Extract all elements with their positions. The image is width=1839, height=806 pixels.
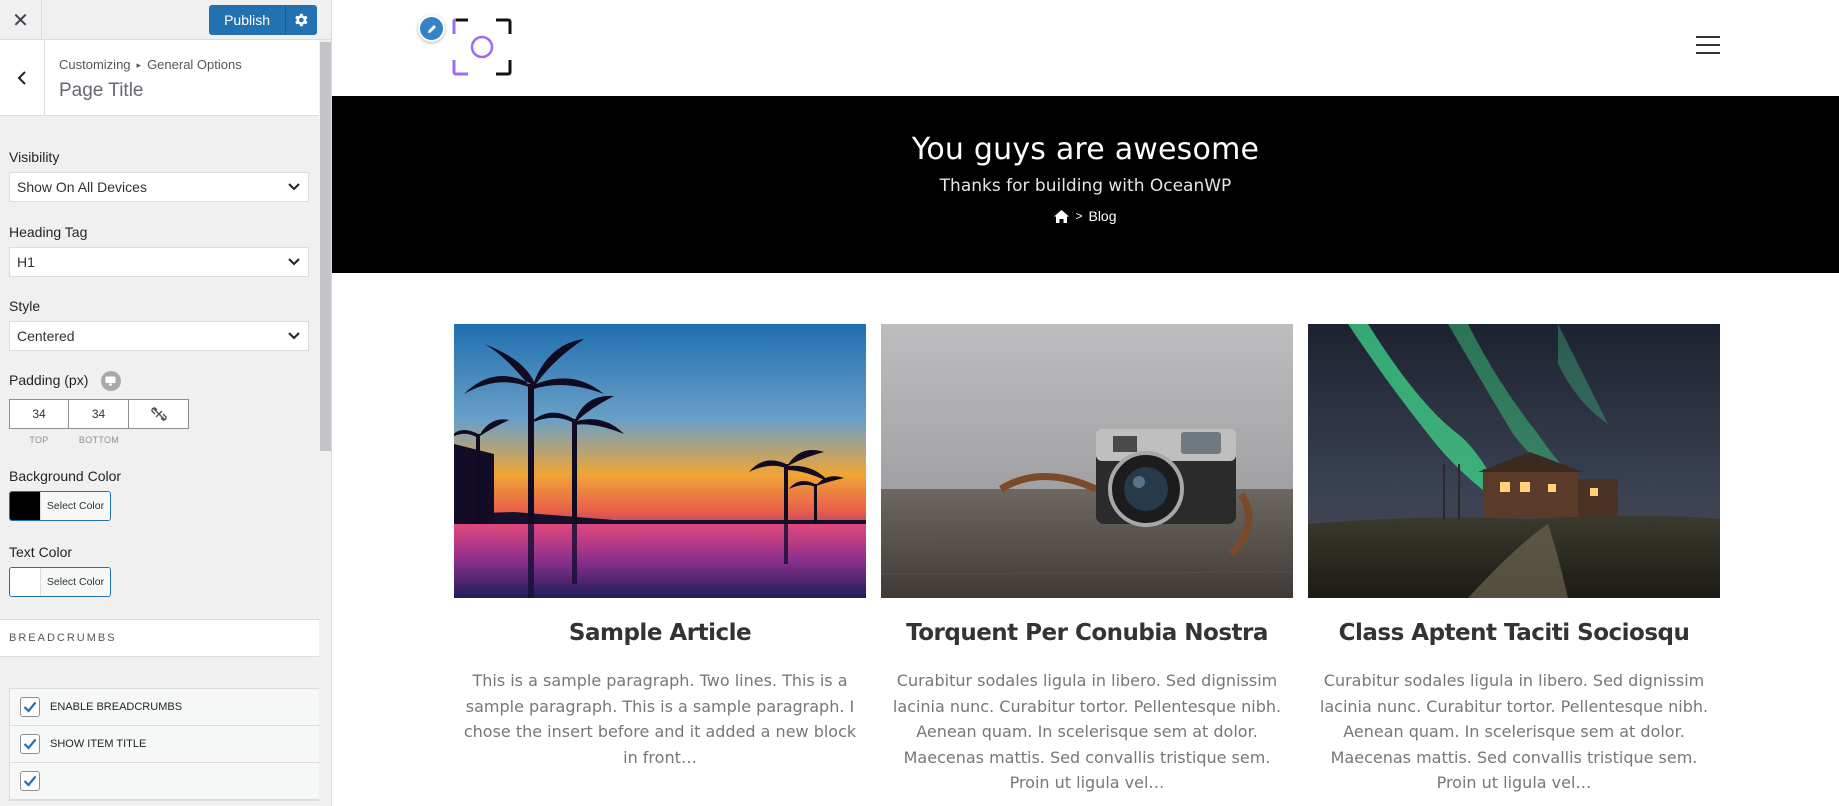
controls-panel: Visibility Show On All Devices Heading T… [0,149,331,597]
breadcrumb-separator: > [1075,209,1083,223]
padding-control: Padding (px) 34 34 TOP BOTTOM [9,371,321,445]
heading-tag-value: H1 [17,254,35,270]
checkmark-icon [23,701,37,713]
chevron-down-icon [288,332,300,340]
blog-post-card: Torquent Per Conubia Nostra Curabitur so… [881,324,1293,796]
section-header: Customizing ▸ General Options Page Title [0,40,331,116]
show-item-title-checkbox[interactable]: SHOW ITEM TITLE [10,726,320,763]
breadcrumb: > Blog [332,208,1839,224]
breadcrumbs-options: ENABLE BREADCRUMBS SHOW ITEM TITLE [9,688,321,801]
style-value: Centered [17,328,75,344]
background-color-swatch [10,492,41,520]
checkbox-box [20,734,40,754]
heading-tag-label: Heading Tag [9,224,88,240]
background-color-control: Background Color Select Color [9,468,321,521]
style-label: Style [9,298,41,314]
blog-post-grid: Sample Article This is a sample paragrap… [454,324,1720,796]
close-customizer-button[interactable]: ✕ [0,0,42,40]
padding-link-toggle[interactable] [129,399,189,429]
site-preview: You guys are awesome Thanks for building… [332,0,1839,806]
background-color-label: Background Color [9,468,122,484]
section-title: Page Title [59,80,144,101]
blog-post-card: Class Aptent Taciti Sociosqu Curabitur s… [1308,324,1720,796]
padding-bottom-caption: BOTTOM [78,435,120,445]
close-icon: ✕ [12,9,29,32]
enable-breadcrumbs-checkbox[interactable]: ENABLE BREADCRUMBS [10,689,320,726]
enable-breadcrumbs-label: ENABLE BREADCRUMBS [50,701,183,713]
background-color-button[interactable]: Select Color [9,491,111,521]
padding-bottom-input[interactable]: 34 [69,399,129,429]
padding-top-caption: TOP [29,435,49,445]
partial-checkbox-row[interactable] [10,763,320,800]
breadcrumb-current: Blog [1088,208,1117,224]
post-title[interactable]: Class Aptent Taciti Sociosqu [1308,620,1720,646]
breadcrumb-root: Customizing [59,57,131,72]
scrollbar-thumb[interactable] [320,42,331,451]
device-toggle-button[interactable] [100,371,121,391]
menu-icon[interactable] [1696,35,1720,55]
customizer-topbar: ✕ Publish [0,0,331,40]
site-logo[interactable] [452,18,512,76]
page-title-hero: You guys are awesome Thanks for building… [332,96,1839,273]
section-breadcrumb: Customizing ▸ General Options [59,57,242,72]
style-select[interactable]: Centered [9,321,309,351]
text-color-control: Text Color Select Color [9,544,321,597]
breadcrumb-parent: General Options [147,57,242,72]
breadcrumbs-section-heading: BREADCRUMBS [0,619,331,657]
vintage-camera-image[interactable] [881,324,1293,598]
text-color-swatch [10,568,41,596]
visibility-select[interactable]: Show On All Devices [9,172,309,202]
padding-top-input[interactable]: 34 [9,399,69,429]
padding-label: Padding (px) [9,372,89,389]
palm-sunset-image[interactable] [454,324,866,598]
background-color-button-label: Select Color [41,492,110,520]
publish-group: Publish [209,5,317,35]
pencil-icon [427,24,436,33]
chevron-down-icon [288,183,300,191]
checkmark-icon [23,738,37,750]
heading-tag-select[interactable]: H1 [9,247,309,277]
site-header [332,0,1839,96]
back-button[interactable] [0,40,45,116]
text-color-label: Text Color [9,544,73,560]
checkbox-box [20,771,40,791]
visibility-label: Visibility [9,149,60,165]
post-excerpt: This is a sample paragraph. Two lines. T… [463,671,857,767]
publish-settings-button[interactable] [285,5,317,35]
page-subtitle: Thanks for building with OceanWP [939,176,1232,196]
breadcrumb-separator: ▸ [136,60,142,70]
unlink-icon [150,407,167,421]
checkbox-box [20,697,40,717]
chevron-down-icon [288,258,300,266]
edit-shortcut-button[interactable] [418,15,445,42]
sidebar-scrollbar[interactable] [319,40,331,806]
padding-captions: TOP BOTTOM [9,435,321,445]
blog-post-card: Sample Article This is a sample paragrap… [454,324,866,796]
heading-tag-control: Heading Tag H1 [9,224,321,277]
home-icon[interactable] [1054,209,1070,223]
text-color-button[interactable]: Select Color [9,567,111,597]
publish-button[interactable]: Publish [209,5,285,35]
customizer-sidebar: ✕ Publish Customizing ▸ General Options Pa… [0,0,332,806]
gear-icon [295,13,308,27]
visibility-value: Show On All Devices [17,179,147,195]
post-title[interactable]: Torquent Per Conubia Nostra [881,620,1293,646]
visibility-control: Visibility Show On All Devices [9,149,321,202]
checkmark-icon [23,775,37,787]
post-excerpt: Curabitur sodales ligula in libero. Sed … [892,671,1282,792]
padding-inputs: 34 34 [9,399,321,429]
text-color-button-label: Select Color [41,568,110,596]
chevron-left-icon [17,71,26,85]
show-item-title-label: SHOW ITEM TITLE [50,738,147,750]
post-excerpt: Curabitur sodales ligula in libero. Sed … [1319,671,1709,792]
post-title[interactable]: Sample Article [454,620,866,646]
northern-lights-image[interactable] [1308,324,1720,598]
desktop-icon [105,376,116,386]
style-control: Style Centered [9,298,321,351]
page-title: You guys are awesome [911,132,1260,167]
